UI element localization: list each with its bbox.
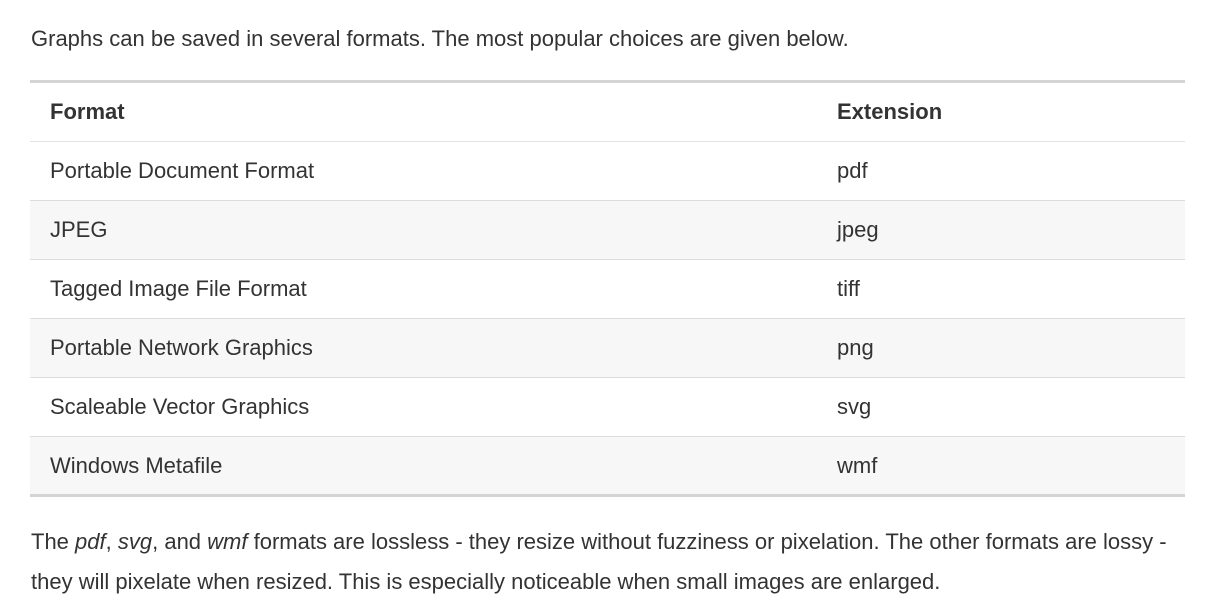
extension-cell: png [817,318,1185,378]
outro-emphasis-pdf: pdf [75,529,106,554]
outro-text-part: , and [152,529,208,554]
table-body: Portable Document Format pdf JPEG jpeg T… [30,141,1185,497]
extension-cell: jpeg [817,200,1185,260]
formats-table: Format Extension Portable Document Forma… [30,80,1185,497]
outro-paragraph: The pdf, svg, and wmf formats are lossle… [31,522,1191,602]
extension-cell: tiff [817,259,1185,319]
table-row: Tagged Image File Format tiff [30,259,1185,319]
format-cell: Portable Document Format [30,141,817,201]
table-row: JPEG jpeg [30,200,1185,260]
outro-text-part: The [31,529,76,554]
table-row: Scaleable Vector Graphics svg [30,377,1185,437]
outro-emphasis-wmf: wmf [207,529,248,554]
format-cell: Tagged Image File Format [30,259,817,319]
table-header-row: Format Extension [30,81,1185,142]
table-row: Portable Document Format pdf [30,141,1185,201]
extension-cell: svg [817,377,1185,437]
intro-paragraph: Graphs can be saved in several formats. … [31,26,849,51]
format-cell: JPEG [30,200,817,260]
column-header-extension: Extension [817,81,1185,142]
table-row: Portable Network Graphics png [30,318,1185,378]
table-row: Windows Metafile wmf [30,436,1185,497]
extension-cell: wmf [817,436,1185,497]
extension-cell: pdf [817,141,1185,201]
format-cell: Scaleable Vector Graphics [30,377,817,437]
document-page: Graphs can be saved in several formats. … [0,0,1220,607]
format-cell: Portable Network Graphics [30,318,817,378]
format-cell: Windows Metafile [30,436,817,497]
outro-text-part: , [105,529,118,554]
table-header: Format Extension [30,81,1185,142]
column-header-format: Format [30,81,817,142]
outro-emphasis-svg: svg [117,529,153,554]
